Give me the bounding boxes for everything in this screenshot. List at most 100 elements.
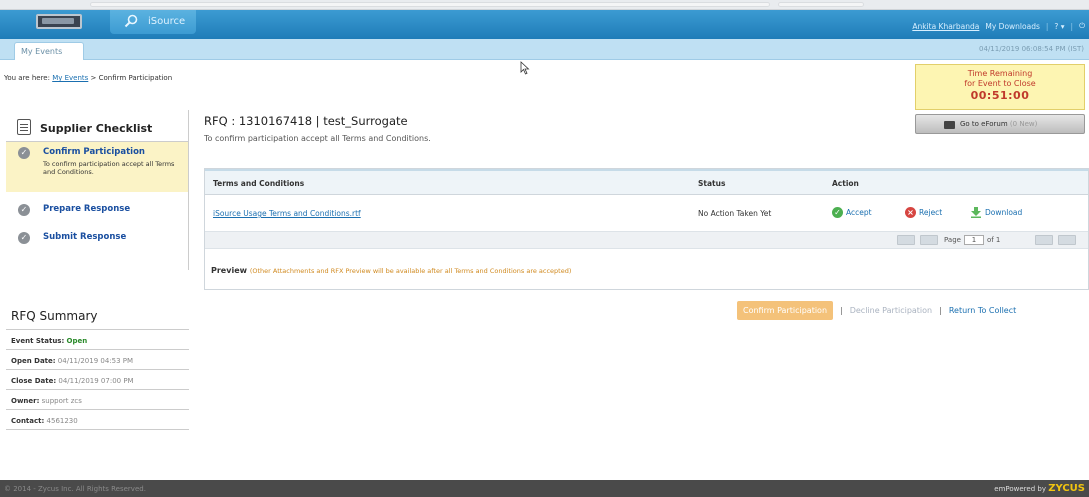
column-header: Terms and Conditions bbox=[213, 179, 305, 188]
check-icon: ✓ bbox=[18, 147, 30, 159]
checklist-item-label: Submit Response bbox=[43, 232, 127, 242]
preview-section: Preview (Other Attachments and RFX Previ… bbox=[211, 266, 571, 275]
page-indicator: Page 1 of 1 bbox=[944, 235, 1000, 245]
page-number-input[interactable]: 1 bbox=[963, 235, 984, 245]
checklist-item-label: Confirm Participation bbox=[43, 147, 145, 157]
powered-by: emPowered by ZYCUS bbox=[994, 483, 1085, 494]
reject-button[interactable]: × Reject bbox=[905, 207, 942, 218]
terms-table: Terms and Conditions Status Action iSour… bbox=[204, 168, 1089, 290]
zycus-logo: ZYCUS bbox=[1048, 483, 1085, 494]
download-icon bbox=[971, 207, 981, 218]
summary-status-value: Open bbox=[66, 337, 88, 345]
my-downloads-link[interactable]: My Downloads bbox=[985, 22, 1039, 31]
app-header: iSource Ankita Kharbanda My Downloads | … bbox=[0, 10, 1089, 39]
mouse-cursor-icon bbox=[520, 61, 530, 75]
page-label: Page bbox=[944, 236, 961, 244]
summary-label: Close Date: bbox=[11, 377, 57, 385]
summary-row-close-date: Close Date: 04/11/2019 07:00 PM bbox=[6, 370, 189, 390]
checklist-item-prepare-response[interactable]: ✓ Prepare Response bbox=[6, 204, 188, 224]
time-remaining-sublabel: for Event to Close bbox=[964, 79, 1036, 88]
time-remaining-value: 00:51:00 bbox=[970, 89, 1030, 102]
checklist-item-confirm-participation[interactable]: ✓ Confirm Participation To confirm parti… bbox=[6, 142, 188, 192]
checklist-item-submit-response[interactable]: ✓ Submit Response bbox=[6, 232, 188, 252]
current-datetime: 04/11/2019 06:08:54 PM (IST) bbox=[979, 45, 1084, 53]
chat-icon bbox=[944, 121, 955, 129]
browser-strip bbox=[0, 0, 1089, 10]
user-name-link[interactable]: Ankita Kharbanda bbox=[912, 22, 979, 31]
check-circle-icon: ✓ bbox=[832, 207, 843, 218]
summary-value: 4561230 bbox=[46, 417, 78, 425]
summary-row-contact: Contact: 4561230 bbox=[6, 410, 189, 430]
help-menu[interactable]: ? ▾ bbox=[1054, 22, 1064, 31]
table-pager: Page 1 of 1 bbox=[205, 232, 1088, 249]
separator: | bbox=[1070, 21, 1074, 31]
page-title: RFQ : 1310167418 | test_Surrogate bbox=[204, 114, 408, 128]
powered-by-label: emPowered by bbox=[994, 485, 1046, 493]
time-remaining-box: Time Remaining for Event to Close 00:51:… bbox=[915, 64, 1085, 110]
breadcrumb-current: > Confirm Participation bbox=[90, 74, 173, 82]
separator: | bbox=[1045, 21, 1049, 31]
preview-label: Preview bbox=[211, 266, 248, 275]
sub-navigation: My Events 04/11/2019 06:08:54 PM (IST) bbox=[0, 39, 1089, 60]
eforum-count: (0 New) bbox=[1009, 120, 1038, 128]
prev-page-button[interactable] bbox=[920, 235, 938, 245]
supplier-checklist: Supplier Checklist ✓ Confirm Participati… bbox=[6, 110, 189, 270]
decline-participation-link[interactable]: Decline Participation bbox=[850, 306, 932, 315]
separator: | bbox=[840, 305, 843, 315]
summary-label: Owner: bbox=[11, 397, 40, 405]
column-header: Status bbox=[698, 179, 726, 188]
app-name: iSource bbox=[148, 16, 186, 27]
column-header: Action bbox=[832, 179, 859, 188]
confirm-participation-button[interactable]: Confirm Participation bbox=[737, 300, 834, 320]
x-circle-icon: × bbox=[905, 207, 916, 218]
check-icon: ✓ bbox=[18, 232, 30, 244]
checklist-item-label: Prepare Response bbox=[43, 204, 131, 214]
summary-row-owner: Owner: support zcs bbox=[6, 390, 189, 410]
checklist-item-desc: To confirm participation accept all Term… bbox=[43, 160, 175, 176]
participation-actions: Confirm Participation | Decline Particip… bbox=[737, 299, 1016, 321]
last-page-button[interactable] bbox=[1058, 235, 1076, 245]
breadcrumb-prefix: You are here: bbox=[4, 74, 50, 82]
next-page-button[interactable] bbox=[1035, 235, 1053, 245]
summary-value: 04/11/2019 07:00 PM bbox=[58, 377, 134, 385]
download-label: Download bbox=[985, 208, 1023, 217]
summary-value: support zcs bbox=[41, 397, 82, 405]
accept-button[interactable]: ✓ Accept bbox=[832, 207, 872, 218]
table-header: Terms and Conditions Status Action bbox=[205, 169, 1088, 195]
summary-row-status: Event Status: Open bbox=[6, 330, 189, 350]
eforum-label: Go to eForum bbox=[960, 120, 1008, 128]
summary-row-open-date: Open Date: 04/11/2019 04:53 PM bbox=[6, 350, 189, 370]
browser-bar bbox=[778, 2, 864, 7]
eforum-button[interactable]: Go to eForum (0 New) bbox=[915, 114, 1085, 134]
summary-label: Contact: bbox=[11, 417, 45, 425]
terms-document-link[interactable]: iSource Usage Terms and Conditions.rtf bbox=[213, 209, 361, 218]
company-logo bbox=[36, 14, 82, 29]
preview-note: (Other Attachments and RFX Preview will … bbox=[249, 267, 572, 275]
breadcrumb: You are here: My Events > Confirm Partic… bbox=[4, 74, 172, 82]
power-icon[interactable]: ⏻ bbox=[1079, 21, 1085, 31]
separator: | bbox=[939, 305, 942, 315]
search-icon bbox=[124, 14, 138, 28]
breadcrumb-my-events-link[interactable]: My Events bbox=[52, 74, 88, 82]
page-subtitle: To confirm participation accept all Term… bbox=[204, 134, 431, 143]
terms-status: No Action Taken Yet bbox=[698, 209, 772, 218]
download-button[interactable]: Download bbox=[970, 207, 1022, 218]
copyright-text: © 2014 - Zycus Inc. All Rights Reserved. bbox=[4, 485, 146, 493]
checklist-header: Supplier Checklist bbox=[6, 110, 188, 142]
summary-label: Open Date: bbox=[11, 357, 56, 365]
time-remaining-label: Time Remaining bbox=[967, 69, 1033, 78]
reject-label: Reject bbox=[919, 208, 943, 217]
summary-label: Event Status: bbox=[11, 337, 65, 345]
tab-my-events[interactable]: My Events bbox=[14, 42, 84, 60]
header-links: Ankita Kharbanda My Downloads | ? ▾ | ⏻ bbox=[912, 21, 1085, 31]
page-footer: © 2014 - Zycus Inc. All Rights Reserved.… bbox=[0, 480, 1089, 497]
table-row: iSource Usage Terms and Conditions.rtf N… bbox=[205, 195, 1088, 232]
check-icon: ✓ bbox=[18, 204, 30, 216]
return-to-collect-link[interactable]: Return To Collect bbox=[949, 306, 1016, 315]
checklist-title: Supplier Checklist bbox=[40, 122, 153, 135]
first-page-button[interactable] bbox=[897, 235, 915, 245]
page-of-label: of 1 bbox=[986, 236, 1001, 244]
summary-value: 04/11/2019 04:53 PM bbox=[57, 357, 134, 365]
isource-tab[interactable]: iSource bbox=[110, 10, 196, 34]
checklist-icon bbox=[17, 119, 31, 135]
